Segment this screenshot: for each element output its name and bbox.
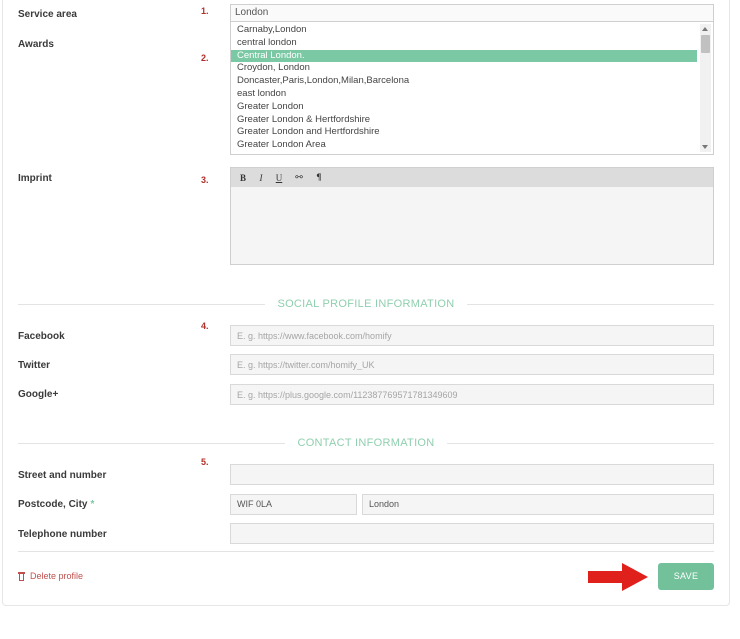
- postcode-city-label: Postcode, City *: [18, 499, 94, 510]
- facebook-label: Facebook: [18, 331, 65, 342]
- scrollbar-thumb[interactable]: [701, 35, 710, 53]
- contact-section-divider: CONTACT INFORMATION: [18, 436, 714, 450]
- step-number-2: 2.: [201, 53, 209, 63]
- link-icon[interactable]: ⚯: [293, 173, 305, 183]
- service-area-option[interactable]: Doncaster,Paris,London,Milan,Barcelona: [231, 75, 697, 88]
- delete-profile-link[interactable]: Delete profile: [18, 571, 83, 581]
- service-area-option[interactable]: Greater London: [231, 101, 697, 114]
- step-number-1: 1.: [201, 6, 209, 16]
- bold-button[interactable]: B: [239, 173, 247, 183]
- service-area-option[interactable]: east london: [231, 88, 697, 101]
- service-area-option[interactable]: Greater London Area: [231, 139, 697, 152]
- street-input[interactable]: [230, 464, 714, 485]
- facebook-input[interactable]: [230, 325, 714, 346]
- step-number-4: 4.: [201, 321, 209, 331]
- postcode-city-label-text: Postcode, City: [18, 499, 88, 510]
- imprint-editor[interactable]: B I U ⚯ ¶: [230, 167, 714, 265]
- scroll-up-icon[interactable]: [702, 27, 708, 31]
- underline-button[interactable]: U: [275, 173, 283, 183]
- google-plus-label: Google+: [18, 389, 59, 400]
- required-mark: *: [90, 499, 95, 510]
- red-arrow-icon: [588, 563, 648, 591]
- twitter-label: Twitter: [18, 360, 51, 371]
- delete-profile-label: Delete profile: [30, 571, 84, 581]
- listbox-scrollbar[interactable]: [700, 24, 711, 152]
- service-area-option[interactable]: Greater London & Hertfordshire: [231, 114, 697, 127]
- paragraph-icon[interactable]: ¶: [315, 173, 323, 183]
- service-area-option[interactable]: Carnaby,London: [231, 24, 697, 37]
- service-area-options-list[interactable]: Carnaby,London central london Central Lo…: [230, 21, 714, 155]
- google-plus-input[interactable]: [230, 384, 714, 405]
- footer-divider: [18, 551, 714, 552]
- twitter-input[interactable]: [230, 354, 714, 375]
- service-area-label: Service area: [18, 9, 77, 20]
- telephone-input[interactable]: [230, 523, 714, 544]
- postcode-input[interactable]: WIF 0LA: [230, 494, 357, 515]
- telephone-label: Telephone number: [18, 529, 107, 540]
- social-section-divider: SOCIAL PROFILE INFORMATION: [18, 297, 714, 311]
- scroll-down-icon[interactable]: [702, 145, 708, 149]
- awards-label: Awards: [18, 39, 54, 50]
- save-button[interactable]: SAVE: [658, 563, 714, 590]
- street-label: Street and number: [18, 470, 107, 481]
- social-section-title: SOCIAL PROFILE INFORMATION: [265, 298, 467, 310]
- service-area-option-selected[interactable]: Central London.: [231, 49, 697, 63]
- italic-button[interactable]: I: [257, 173, 265, 183]
- service-area-input[interactable]: London: [230, 4, 714, 22]
- city-input[interactable]: London: [362, 494, 714, 515]
- trash-icon: [18, 571, 25, 581]
- editor-toolbar: B I U ⚯ ¶: [231, 168, 713, 187]
- service-area-option[interactable]: Croydon, London: [231, 62, 697, 75]
- step-number-5: 5.: [201, 457, 209, 467]
- contact-section-title: CONTACT INFORMATION: [285, 437, 447, 449]
- service-area-option[interactable]: Greater London and Hertfordshire: [231, 126, 697, 139]
- service-area-option[interactable]: central london: [231, 37, 697, 50]
- imprint-label: Imprint: [18, 173, 52, 184]
- step-number-3: 3.: [201, 175, 209, 185]
